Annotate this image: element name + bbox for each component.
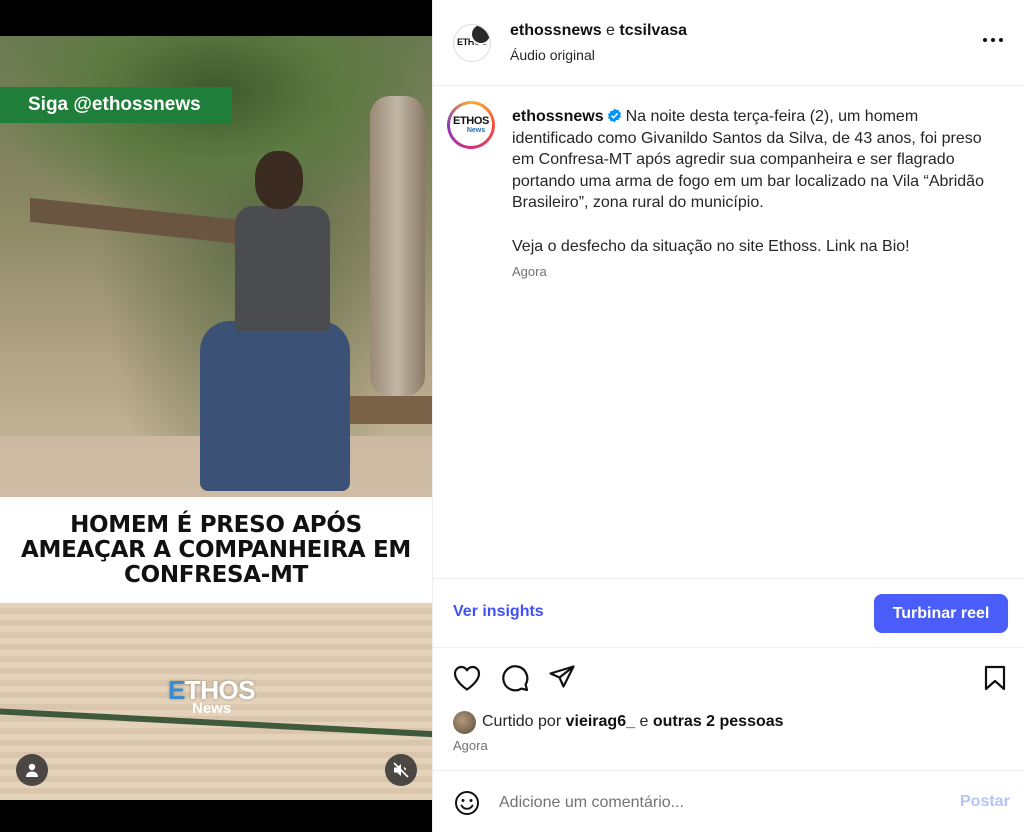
headline-line: AMEAÇAR A COMPANHEIRA EM [21,536,411,563]
tagged-people-button[interactable] [16,754,48,786]
headline-line: CONFRESA-MT [123,561,308,588]
original-audio-link[interactable]: Áudio original [510,47,595,63]
caption-avatar[interactable]: ETHOS News [447,101,495,149]
headline-line: HOMEM É PRESO APÓS [70,511,362,538]
caption-paragraph: Veja o desfecho da situação no site Etho… [512,237,910,255]
liker-username-link[interactable]: vieirag6_ [566,713,635,731]
reel-video-panel[interactable]: Siga @ethossnews HOMEM É PRESO APÓS AMEA… [0,0,432,832]
more-options-button[interactable] [981,28,1005,52]
caption-avatar-line2: News [466,126,486,134]
post-comment-button[interactable]: Postar [960,793,1010,811]
header-connector: e [606,22,615,39]
caption-text: ethossnews Na noite desta terça-feira (2)… [512,106,992,257]
comment-input[interactable] [499,791,879,815]
post-header: ETHOS ethossnews e tcsilvasa Áudio origi… [433,0,1024,86]
watermark-e: E [168,675,185,705]
emoji-icon [455,791,479,815]
mute-button[interactable] [385,754,417,786]
like-button[interactable] [451,662,483,694]
insights-bar: Ver insights Turbinar reel [433,578,1024,648]
person-legs [200,321,350,491]
liked-by-connector: e [639,713,649,730]
caption-timestamp: Agora [512,264,547,279]
verified-badge-icon [607,108,621,123]
post-actions [433,660,1024,700]
heart-icon [453,665,481,691]
caption-paragraph: ethossnews Na noite desta terça-feira (2)… [512,106,992,214]
follow-badge: Siga @ethossnews [0,87,232,123]
person-head [255,151,303,209]
send-icon [549,665,575,688]
video-headline-box: HOMEM É PRESO APÓS AMEAÇAR A COMPANHEIRA… [0,497,432,603]
second-user-avatar [470,25,490,45]
person-icon [26,763,38,777]
header-usernames: ethossnews e tcsilvasa [510,22,687,40]
bookmark-icon [984,665,1006,691]
comment-button[interactable] [499,662,531,694]
post-caption: ETHOS News ethossnews Na noite desta terç… [433,86,1024,578]
liked-by: Curtido por vieirag6_ e outras 2 pessoas [453,710,784,734]
comment-bar: Postar [433,770,1024,832]
caption-avatar-line1: ETHOS [453,114,489,127]
caption-username-link[interactable]: ethossnews [512,108,604,125]
caption-avatar-inner: ETHOS News [450,104,492,146]
ethos-watermark: ETHOS News [168,676,278,726]
header-user1-link[interactable]: ethossnews [510,22,602,39]
video-scene-person [200,151,350,501]
collab-avatar[interactable]: ETHOS [453,24,491,62]
comment-icon [502,665,529,692]
save-button[interactable] [979,662,1011,694]
post-details-panel: ETHOS ethossnews e tcsilvasa Áudio origi… [432,0,1024,832]
liker-avatar[interactable] [453,710,476,734]
post-timestamp: Agora [453,738,488,753]
speaker-muted-icon [393,762,409,778]
boost-reel-button[interactable]: Turbinar reel [874,594,1008,633]
video-scene-trunk [370,96,425,396]
more-horizontal-icon [983,38,1003,42]
other-likers-link[interactable]: outras 2 pessoas [653,713,784,731]
video-headline: HOMEM É PRESO APÓS AMEAÇAR A COMPANHEIRA… [21,511,411,588]
person-torso [235,206,330,331]
share-button[interactable] [546,662,578,694]
emoji-button[interactable] [453,789,481,817]
liked-by-prefix: Curtido por [482,713,562,730]
view-insights-link[interactable]: Ver insights [453,603,544,621]
header-user2-link[interactable]: tcsilvasa [619,22,687,39]
